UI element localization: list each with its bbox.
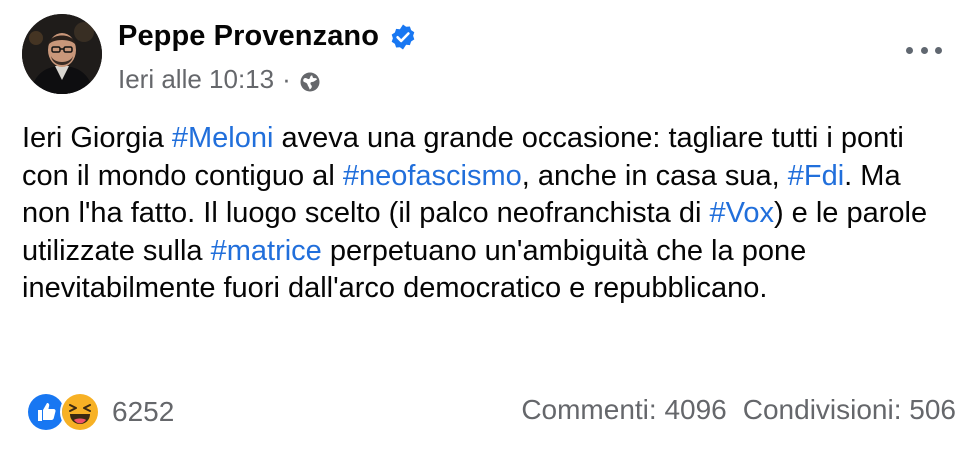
reaction-count[interactable]: 6252 bbox=[112, 396, 174, 428]
comments-count[interactable]: Commenti: 4096 bbox=[521, 394, 726, 426]
post-header: Peppe Provenzano bbox=[118, 20, 417, 53]
post-stats: Commenti: 4096 Condivisioni: 506 bbox=[521, 394, 956, 426]
haha-reaction-icon bbox=[60, 392, 100, 432]
verified-badge-icon bbox=[389, 23, 417, 51]
hashtag-link-meloni[interactable]: #Meloni bbox=[172, 122, 274, 154]
more-options-icon[interactable] bbox=[906, 38, 942, 62]
hashtag-link-vox[interactable]: #Vox bbox=[709, 197, 774, 229]
more-dot bbox=[935, 46, 942, 54]
author-name[interactable]: Peppe Provenzano bbox=[118, 20, 379, 53]
hashtag-link-matrice[interactable]: #matrice bbox=[211, 235, 322, 267]
globe-icon[interactable] bbox=[299, 69, 321, 91]
post-meta: Ieri alle 10:13 · bbox=[118, 64, 321, 95]
post-text: Ieri Giorgia #Meloni aveva una grande oc… bbox=[22, 120, 952, 308]
more-dot bbox=[906, 46, 913, 54]
post-text-segment: , anche in casa sua, bbox=[521, 159, 788, 192]
avatar-photo bbox=[22, 14, 102, 94]
profile-avatar[interactable] bbox=[22, 14, 102, 94]
more-dot bbox=[920, 46, 928, 54]
hashtag-link-fdi[interactable]: #Fdi bbox=[788, 160, 844, 192]
post-text-segment: Ieri Giorgia bbox=[22, 122, 172, 154]
meta-separator: · bbox=[282, 64, 291, 94]
reaction-icons bbox=[26, 392, 100, 432]
post-timestamp[interactable]: Ieri alle 10:13 bbox=[118, 64, 274, 95]
hashtag-link-neofascismo[interactable]: #neofascismo bbox=[343, 160, 522, 192]
reactions-summary[interactable]: 6252 bbox=[26, 392, 174, 432]
shares-count[interactable]: Condivisioni: 506 bbox=[743, 394, 956, 426]
